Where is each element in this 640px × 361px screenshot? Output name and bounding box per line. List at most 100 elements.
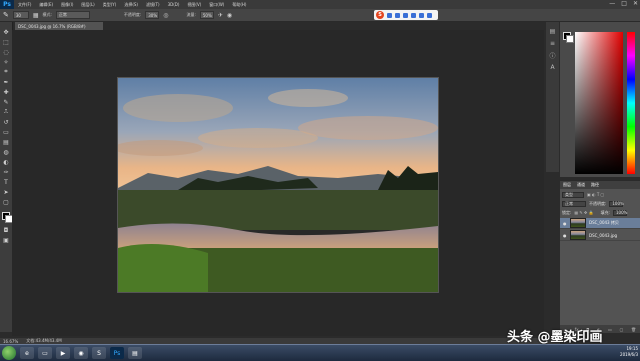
blur-tool-icon[interactable]: ◍ — [2, 148, 10, 156]
info-panel-icon[interactable]: ⓘ — [549, 52, 556, 60]
maximize-button[interactable]: □ — [621, 0, 627, 7]
fill-label: 填充: — [600, 209, 610, 215]
media-icon[interactable]: ▶ — [56, 347, 70, 359]
menu-view[interactable]: 视图(V) — [183, 2, 205, 8]
tab-channels[interactable]: 通道 — [577, 182, 585, 188]
tab-paths[interactable]: 路径 — [591, 182, 599, 188]
eye-icon[interactable]: ● — [563, 221, 567, 226]
folder-icon[interactable]: ▭ — [608, 327, 612, 332]
sogou-mode-icon[interactable] — [387, 12, 392, 18]
opacity-label: 不透明度: — [123, 12, 142, 17]
tab-layers[interactable]: 图层 — [563, 182, 571, 188]
layer-kind-select[interactable]: 类型 — [562, 191, 584, 198]
document-tab[interactable]: DSC_0043.jpg @ 16.7% (RGB/8#) — [15, 22, 103, 30]
character-panel-icon[interactable]: A — [549, 64, 556, 71]
eye-icon[interactable]: ● — [563, 233, 567, 238]
airbrush-icon[interactable]: ✈ — [218, 12, 223, 19]
menu-help[interactable]: 帮助(H) — [228, 2, 250, 8]
blend-mode-select[interactable]: 正常 — [562, 200, 586, 207]
mode-select[interactable]: 正常 — [55, 11, 90, 19]
layer-opacity-value: 100% — [612, 201, 624, 206]
properties-panel-icon[interactable]: ≡ — [549, 40, 556, 47]
menu-edit[interactable]: 编辑(E) — [35, 2, 57, 8]
lock-icons[interactable]: ▦ ✎ ✥ 🔒 — [574, 210, 593, 215]
gradient-tool-icon[interactable]: ▤ — [2, 138, 10, 146]
filter-icons[interactable]: ▣ ◐ T ▢ — [587, 192, 604, 197]
eyedropper-tool-icon[interactable]: ✒ — [2, 78, 10, 86]
marquee-tool-icon[interactable]: ⬚ — [2, 38, 10, 46]
doc-icon[interactable]: ▤ — [128, 347, 142, 359]
quick-select-tool-icon[interactable]: ✧ — [2, 58, 10, 66]
layer-thumbnail — [570, 218, 586, 228]
pen-tool-icon[interactable]: ✑ — [2, 168, 10, 176]
path-select-tool-icon[interactable]: ➤ — [2, 188, 10, 196]
sogou-tools-icon[interactable] — [427, 12, 432, 18]
history-panel-icon[interactable]: ▤ — [549, 28, 556, 35]
brush-tool-icon[interactable]: ✎ — [3, 11, 9, 19]
color-saturation-field[interactable] — [575, 32, 623, 174]
clock-date[interactable]: 2019/6/3 — [620, 352, 638, 358]
crop-tool-icon[interactable]: ⌗ — [2, 68, 10, 76]
minimize-button[interactable]: — — [609, 0, 615, 7]
brush-size-picker[interactable]: 30 — [12, 11, 29, 19]
layer-thumbnail — [570, 230, 586, 240]
layers-panel-tabs: 图层 通道 路径 — [560, 181, 640, 189]
color-hue-slider[interactable] — [627, 32, 635, 174]
shape-tool-icon[interactable]: ▢ — [2, 198, 10, 206]
photoshop-icon[interactable]: Ps — [110, 347, 124, 359]
chrome-icon[interactable]: ◉ — [74, 347, 88, 359]
menu-filter[interactable]: 滤镜(T) — [142, 2, 164, 8]
color-background-swatch[interactable] — [566, 35, 574, 43]
menu-layer[interactable]: 图层(L) — [77, 2, 98, 8]
pressure-size-icon[interactable]: ◉ — [227, 12, 232, 19]
layer-opacity-input[interactable]: 100% — [609, 200, 624, 207]
menu-select[interactable]: 选择(S) — [120, 2, 142, 8]
menu-3d[interactable]: 3D(D) — [164, 2, 184, 7]
pressure-opacity-icon[interactable]: ◎ — [163, 12, 168, 19]
menu-bar: Ps 文件(F) 编辑(E) 图像(I) 图层(L) 类型(Y) 选择(S) 滤… — [0, 0, 640, 9]
collapsed-panels-column: ▤ ≡ ⓘ A — [546, 22, 559, 172]
layers-panel: 图层 通道 路径 类型 ▣ ◐ T ▢ 正常 不透明度: 100% 锁定: ▦ … — [560, 180, 640, 333]
new-layer-icon[interactable]: ▢ — [620, 327, 624, 332]
brush-size-value: 30 — [15, 12, 21, 18]
flow-input[interactable]: 50% — [199, 11, 214, 19]
landscape-photo[interactable] — [117, 77, 439, 293]
ie-icon[interactable]: e — [20, 347, 34, 359]
move-tool-icon[interactable]: ✥ — [2, 28, 10, 36]
healing-tool-icon[interactable]: ✚ — [2, 88, 10, 96]
sogou-skin-icon[interactable] — [419, 12, 424, 18]
photo-image — [118, 78, 438, 292]
menu-window[interactable]: 窗口(W) — [205, 2, 228, 8]
document-tab-title: DSC_0043.jpg @ 16.7% (RGB/8#) — [18, 23, 86, 29]
menu-file[interactable]: 文件(F) — [14, 2, 35, 8]
lock-label: 锁定: — [562, 209, 572, 215]
type-tool-icon[interactable]: T — [2, 178, 10, 186]
brush-tool-icon[interactable]: ✎ — [2, 98, 10, 106]
start-button[interactable] — [2, 346, 16, 360]
history-brush-tool-icon[interactable]: ↺ — [2, 118, 10, 126]
dodge-tool-icon[interactable]: ◐ — [2, 158, 10, 166]
sogou-punct-icon[interactable] — [395, 12, 400, 18]
lasso-tool-icon[interactable]: ◌ — [2, 48, 10, 56]
screen-mode-icon[interactable]: ▣ — [2, 236, 10, 244]
menu-type[interactable]: 类型(Y) — [99, 2, 121, 8]
sogou-voice-icon[interactable] — [403, 12, 408, 18]
eraser-tool-icon[interactable]: ▭ — [2, 128, 10, 136]
folder-icon[interactable]: ▭ — [38, 347, 52, 359]
trash-icon[interactable]: 🗑 — [631, 327, 636, 332]
options-bar: ✎ 30 ▦ 模式: 正常 不透明度: 30% ◎ 流量: 50% ✈ ◉ S — [0, 9, 640, 22]
opacity-input[interactable]: 30% — [145, 11, 160, 19]
sogou-logo-icon[interactable]: S — [376, 11, 384, 19]
menu-image[interactable]: 图像(I) — [57, 2, 77, 8]
layer-row-background[interactable]: ● DSC_0043.jpg — [560, 230, 640, 241]
sogou-icon[interactable]: S — [92, 347, 106, 359]
mode-label: 模式: — [42, 12, 52, 17]
sogou-keyboard-icon[interactable] — [411, 12, 416, 18]
zoom-level[interactable]: 16.67% — [3, 339, 18, 344]
quick-mask-icon[interactable]: ◘ — [2, 226, 10, 234]
close-button[interactable]: ✕ — [633, 0, 638, 7]
layer-row-copy[interactable]: ● DSC_0043 拷贝 — [560, 218, 640, 229]
stamp-tool-icon[interactable]: ⎍ — [2, 108, 10, 116]
fill-input[interactable]: 100% — [613, 209, 627, 216]
brush-panel-icon[interactable]: ▦ — [33, 12, 39, 19]
